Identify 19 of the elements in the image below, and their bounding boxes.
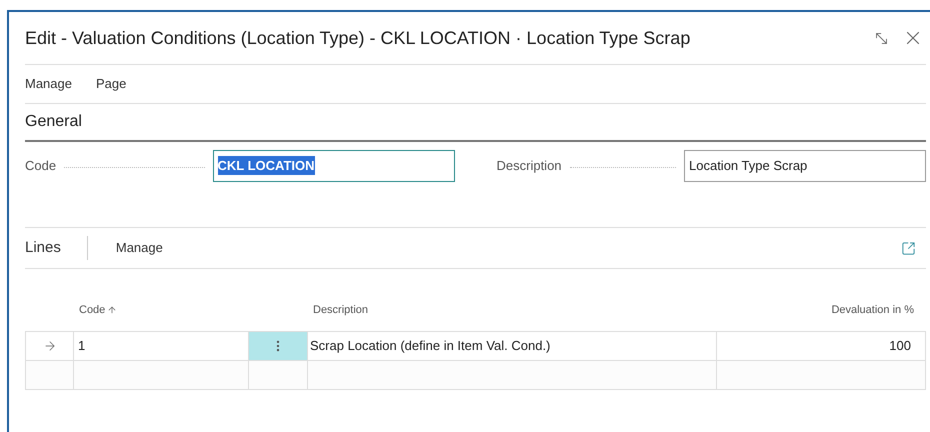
input-field[interactable]: CKL LOCATION (212, 150, 454, 182)
row-menu-cell[interactable] (249, 332, 308, 360)
menu-item[interactable]: Manage (25, 74, 72, 94)
table-cell: 100 (717, 332, 926, 360)
section-heading: General (25, 112, 82, 132)
window-title: Edit - Valuation Conditions (Location Type) - CKL LOCATION · Location Type Scrap (25, 26, 690, 50)
menu-item[interactable]: Page (96, 74, 126, 94)
input-field[interactable]: Location Type Scrap (684, 150, 926, 182)
column-header[interactable]: Devaluation in % (831, 302, 914, 318)
column-header[interactable]: Code (79, 302, 106, 318)
field-label: Description (496, 156, 562, 175)
table-cell: Scrap Location (define in Item Val. Cond.) (308, 332, 717, 360)
table-row[interactable]: 1 Scrap Location (define in Item Val. Cond.) 100 (26, 332, 926, 361)
current-row-icon (42, 339, 56, 353)
expand-icon[interactable] (901, 240, 916, 256)
section-heading: Lines (25, 238, 62, 258)
manage-tab[interactable]: Manage (116, 238, 163, 258)
column-header[interactable]: Description (313, 302, 368, 318)
field-label: Code (25, 156, 56, 175)
